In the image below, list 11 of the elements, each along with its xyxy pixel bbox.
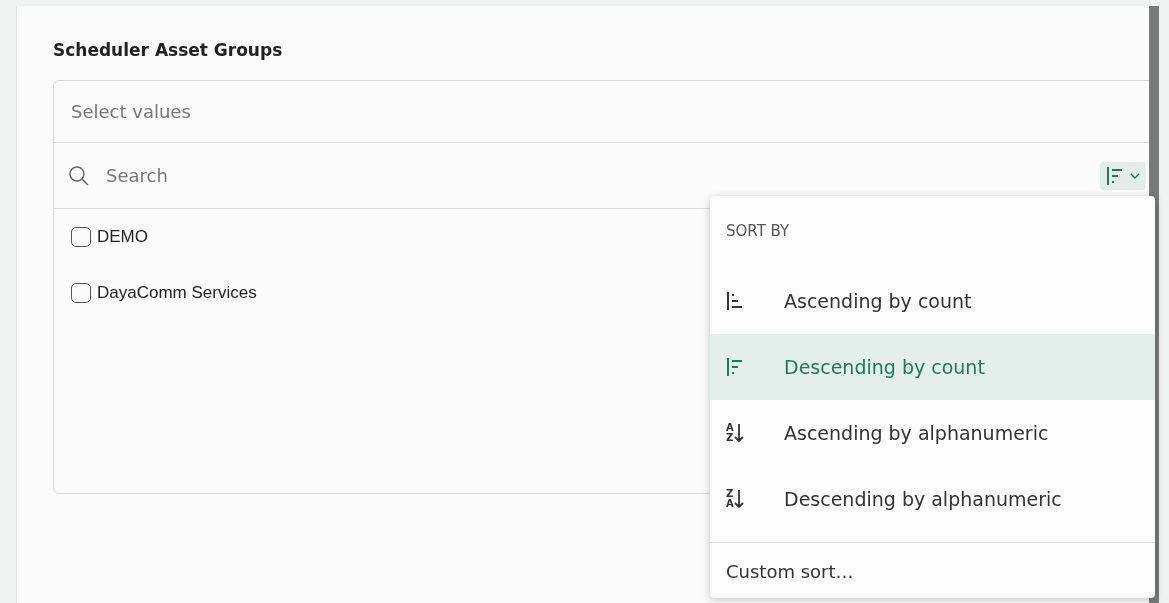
menu-heading: SORT BY <box>725 221 791 242</box>
sort-option[interactable]: Descending by count <box>710 334 1155 400</box>
search-field[interactable]: Search <box>104 164 1100 187</box>
value-label: DEMO <box>97 227 148 247</box>
value-label: DayaComm Services <box>97 283 257 303</box>
sort-option[interactable]: Ascending by count <box>710 268 1155 334</box>
sort-option[interactable]: A Z Ascending by alphanumeric <box>710 400 1155 466</box>
sort-option[interactable]: Z A Descending by alphanumeric <box>710 466 1155 532</box>
field-label: Scheduler Asset Groups <box>53 40 284 62</box>
select-values-field[interactable]: Select values <box>54 81 1149 143</box>
custom-sort-option[interactable]: Custom sort… <box>710 542 1155 600</box>
